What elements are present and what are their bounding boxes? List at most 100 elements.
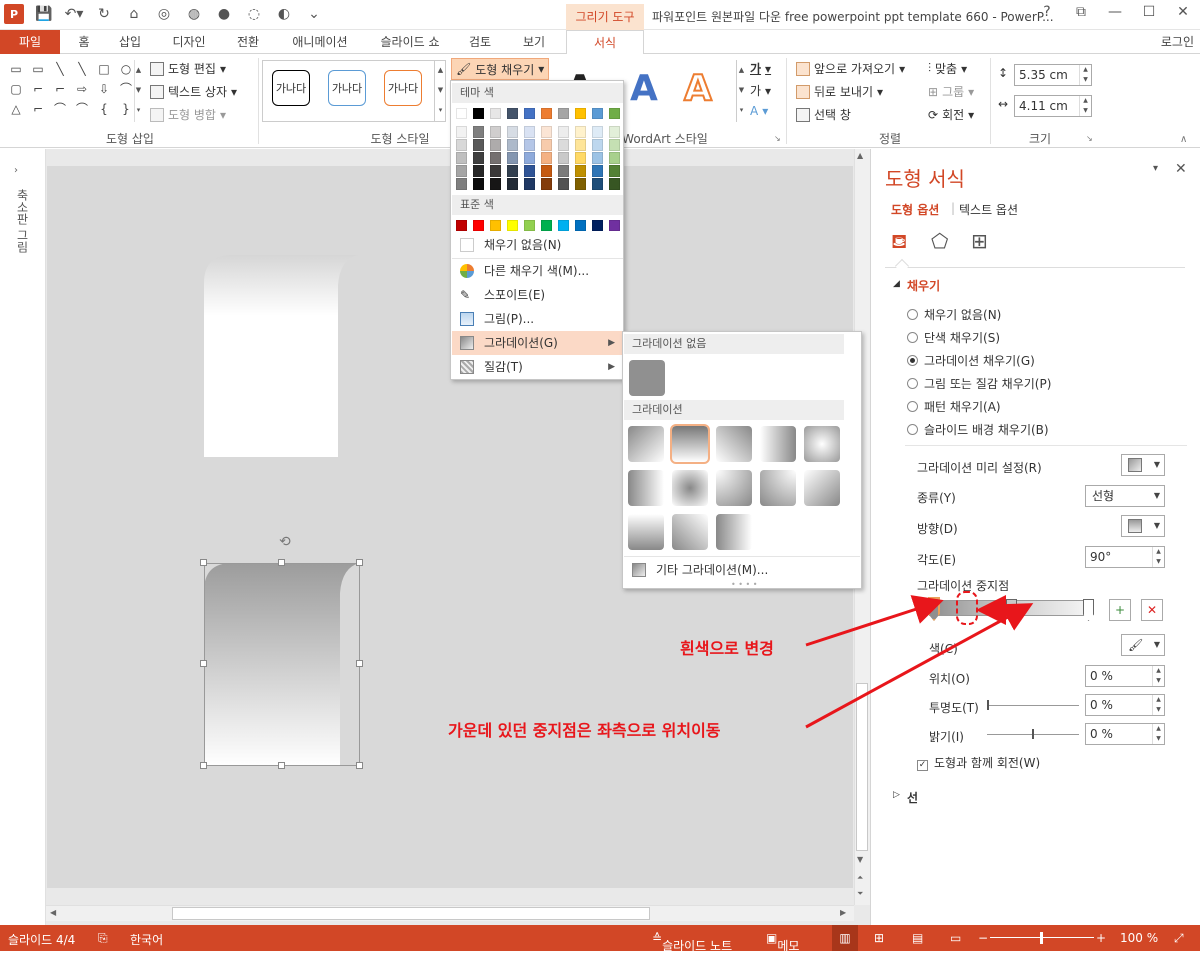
shape-gallery-item-icon[interactable]: {: [94, 100, 114, 118]
shape-fill-button[interactable]: 🖌 도형 채우기 ▾: [451, 58, 550, 80]
gradient-preset-swatch[interactable]: [628, 514, 664, 550]
stop-brightness-field[interactable]: 0 % ▲ ▼: [1085, 723, 1165, 745]
theme-color-swatch[interactable]: [558, 108, 569, 119]
texture-fill-item[interactable]: 질감(T) ▶: [452, 355, 623, 379]
tab-view[interactable]: 보기: [512, 30, 556, 54]
scroll-up-icon[interactable]: ▲: [857, 151, 863, 160]
gradient-stop-handle-middle[interactable]: [1006, 599, 1017, 621]
horizontal-scroll-thumb[interactable]: [172, 907, 650, 920]
height-spinner[interactable]: ▲ ▼: [1079, 65, 1091, 85]
zoom-out-icon[interactable]: −: [978, 931, 988, 945]
theme-shade-swatch[interactable]: [609, 178, 620, 190]
standard-color-swatch[interactable]: [456, 220, 467, 231]
slide-sorter-view-icon[interactable]: ⊞: [874, 931, 884, 945]
tab-format[interactable]: 서식: [566, 30, 644, 55]
shape-subtract-icon[interactable]: ◐: [274, 4, 294, 24]
gradient-preset-swatch[interactable]: [628, 470, 664, 506]
theme-shade-swatch[interactable]: [507, 178, 518, 190]
shape-gallery-item-icon[interactable]: ▢: [6, 80, 26, 98]
theme-shade-swatch[interactable]: [456, 152, 467, 164]
theme-shade-swatch[interactable]: [592, 178, 603, 190]
shape-gallery-item-icon[interactable]: ⌐: [50, 80, 70, 98]
theme-color-swatch[interactable]: [507, 108, 518, 119]
theme-shade-swatch[interactable]: [558, 152, 569, 164]
tab-transitions[interactable]: 전환: [226, 30, 270, 54]
theme-shade-swatch[interactable]: [609, 126, 620, 138]
theme-shade-swatch[interactable]: [541, 152, 552, 164]
tab-home[interactable]: 홈: [66, 30, 102, 54]
text-fill-button[interactable]: 가 ▾: [750, 60, 771, 77]
previous-slide-icon[interactable]: ⏶: [857, 873, 863, 883]
scroll-left-icon[interactable]: ◀: [50, 908, 56, 917]
normal-view-icon[interactable]: ▥: [832, 925, 858, 951]
shape-gallery-item-icon[interactable]: ⌒: [50, 100, 70, 118]
standard-color-swatch[interactable]: [490, 220, 501, 231]
transparency-spinner[interactable]: ▲ ▼: [1152, 695, 1164, 715]
radio-button[interactable]: [907, 401, 918, 412]
align-button[interactable]: ⫶ 맞춤 ▾: [928, 60, 967, 77]
wordart-dialog-launcher-icon[interactable]: ↘: [774, 134, 781, 143]
radio-button[interactable]: [907, 332, 918, 343]
shape-gallery-item-icon[interactable]: ⌐: [28, 80, 48, 98]
resize-grip-icon[interactable]: • • • •: [731, 580, 758, 589]
theme-shade-swatch[interactable]: [541, 178, 552, 190]
gradient-preset-swatch[interactable]: [672, 514, 708, 550]
reading-view-icon[interactable]: ▤: [912, 931, 923, 945]
theme-shade-swatch[interactable]: [524, 126, 535, 138]
theme-shade-swatch[interactable]: [575, 139, 586, 151]
theme-shade-swatch[interactable]: [456, 126, 467, 138]
height-field[interactable]: 5.35 cm ▲ ▼: [1014, 64, 1092, 86]
help-icon[interactable]: ?: [1036, 4, 1058, 20]
theme-color-swatch[interactable]: [541, 108, 552, 119]
theme-color-swatch[interactable]: [575, 108, 586, 119]
shape-gallery-item-icon[interactable]: ⌒: [72, 100, 92, 118]
shape-gallery-item-icon[interactable]: ⌒: [116, 80, 136, 98]
comments-button[interactable]: ▣ 메모: [766, 931, 799, 953]
expand-line-icon[interactable]: ▷: [893, 790, 900, 800]
redo-icon[interactable]: ↻: [94, 4, 114, 24]
stop-position-field[interactable]: 0 % ▲ ▼: [1085, 665, 1165, 687]
thumbnail-panel-label[interactable]: 축소판 그림: [14, 189, 31, 253]
transparency-slider-thumb[interactable]: [987, 700, 989, 710]
resize-handle[interactable]: [356, 762, 363, 769]
size-dialog-launcher-icon[interactable]: ↘: [1086, 134, 1093, 143]
theme-shade-swatch[interactable]: [575, 152, 586, 164]
language-indicator[interactable]: 한국어: [130, 931, 163, 948]
brightness-spinner[interactable]: ▲ ▼: [1152, 724, 1164, 744]
checkbox-checked-icon[interactable]: ✓: [917, 760, 928, 771]
theme-shade-swatch[interactable]: [558, 126, 569, 138]
fit-to-window-icon[interactable]: ⤢: [1174, 931, 1184, 946]
zoom-slider-thumb[interactable]: [1040, 932, 1043, 944]
theme-shade-swatch[interactable]: [473, 152, 484, 164]
theme-color-swatch[interactable]: [473, 108, 484, 119]
edit-shape-button[interactable]: 도형 편집 ▾: [150, 60, 226, 77]
pane-scrollbar[interactable]: [1183, 177, 1197, 917]
theme-shade-swatch[interactable]: [609, 152, 620, 164]
radio-button-selected[interactable]: [907, 355, 918, 366]
theme-color-swatch[interactable]: [609, 108, 620, 119]
send-backward-button[interactable]: 뒤로 보내기 ▾: [796, 83, 883, 100]
theme-shade-swatch[interactable]: [473, 126, 484, 138]
slide-counter[interactable]: 슬라이드 4/4: [8, 931, 75, 948]
gradient-preset-swatch[interactable]: [628, 426, 664, 462]
theme-shade-swatch[interactable]: [456, 139, 467, 151]
resize-handle[interactable]: [356, 559, 363, 566]
resize-handle[interactable]: [356, 660, 363, 667]
gradient-preset-swatch[interactable]: [672, 470, 708, 506]
group-button[interactable]: ⊞ 그룹 ▾: [928, 83, 974, 100]
size-properties-icon[interactable]: ⊞: [971, 229, 988, 253]
start-slideshow-icon[interactable]: ⌂: [124, 4, 144, 24]
slideshow-view-icon[interactable]: ▭: [950, 931, 961, 945]
shape-gallery-item-icon[interactable]: }: [116, 100, 136, 118]
close-icon[interactable]: ✕: [1172, 4, 1194, 20]
zoom-in-icon[interactable]: +: [1096, 931, 1106, 945]
theme-shade-swatch[interactable]: [609, 139, 620, 151]
ribbon-display-icon[interactable]: ⧉: [1070, 4, 1092, 20]
shape-fragment-icon[interactable]: ◌: [244, 4, 264, 24]
fill-option-pattern[interactable]: 패턴 채우기(A): [907, 398, 1001, 415]
scroll-down-icon[interactable]: ▼: [857, 855, 863, 864]
theme-shade-swatch[interactable]: [456, 178, 467, 190]
theme-shade-swatch[interactable]: [490, 152, 501, 164]
theme-shade-swatch[interactable]: [473, 178, 484, 190]
theme-shade-swatch[interactable]: [524, 165, 535, 177]
